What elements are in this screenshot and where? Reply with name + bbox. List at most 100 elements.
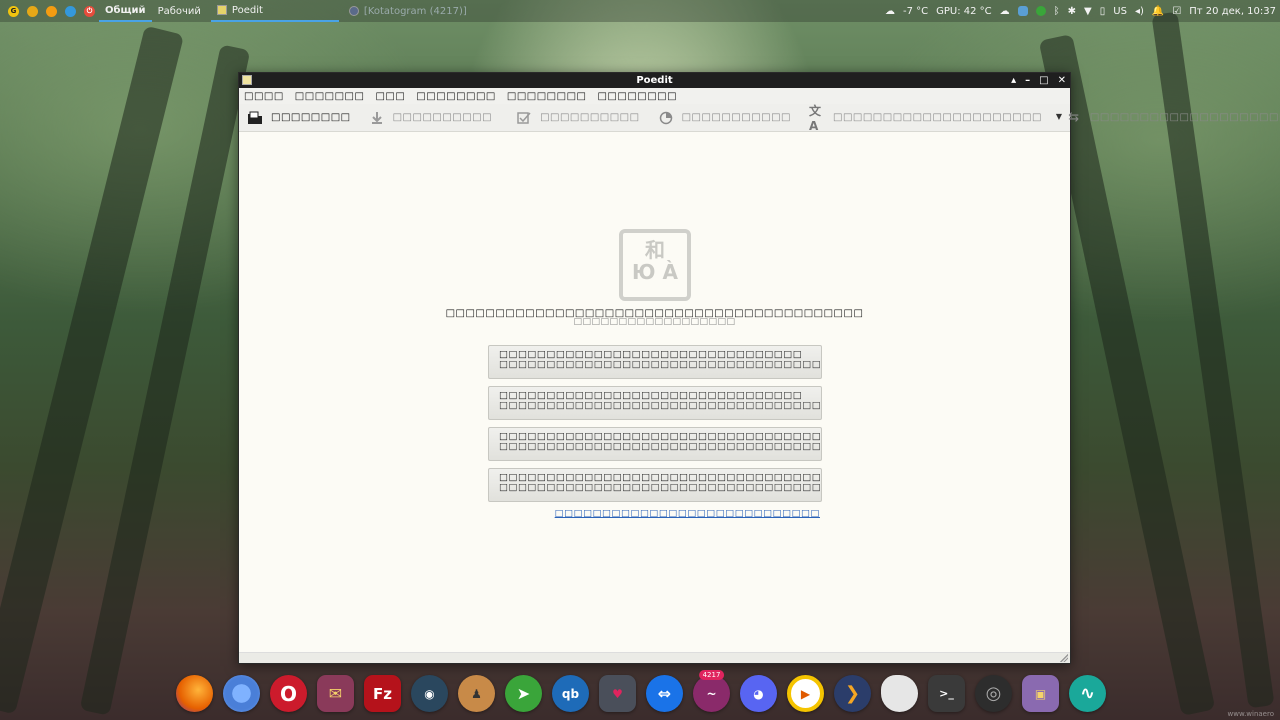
translate-icon: 文A [809,104,822,133]
gpu-temp[interactable]: GPU: 42 °C [936,6,992,17]
window-titlebar[interactable]: Poedit ▴ – □ ✕ [239,73,1070,88]
logo-glyph: Ю À [632,260,678,284]
dock-firefox[interactable] [176,675,213,712]
action-desc: □□□□□□□□□□□□□□□□□□□□□□□□□□□□□□□□□□□□□□□□… [499,482,822,493]
help-link[interactable]: □□□□□□□□□□□□□□□□□□□□□□□□□□□□ [555,508,820,519]
dock: O ✉ Fz ◉ ♟ ➤ qb ♥ ⇔ 4217 ~ ◕ ▶ ❯ >_ ◎ ▣ … [176,670,1106,715]
menu-file[interactable]: □□□□ [244,91,284,102]
telegram-tray-icon[interactable] [1035,6,1046,16]
opera-icon: O [279,681,297,706]
window-title: Poedit [636,75,673,86]
menu-edit[interactable]: □□□□□□□ [295,91,365,102]
wordpress-translation-button[interactable]: □□□□□□□□□□□□□□□□□□□□□□□□□□□□□□□□□□ □□□□□□… [488,427,822,461]
action-desc: □□□□□□□□□□□□□□□□□□□□□□□□□□□□□□□□□□□□□□□□… [499,400,822,411]
dock-player[interactable]: ▶ [787,675,824,712]
toolbar-label: □□□□□□□□ [271,112,351,123]
dock-terminal[interactable]: >_ [928,675,965,712]
edit-translation-button[interactable]: □□□□□□□□□□□□□□□□□□□□□□□□□□□□□□□□ □□□□□□□… [488,345,822,379]
toolbar-stats-button[interactable]: □□□□□□□□□□□ [658,111,791,125]
menu-help[interactable]: □□□□□□□□ [597,91,677,102]
cloud-icon[interactable]: ☁ [1000,6,1010,17]
app-tray-icon[interactable] [1017,6,1028,16]
toolbar-label: □□□□□□□□□□□□□□□□□□□□□ [833,112,1042,123]
notification-icon[interactable]: 🔔 [1152,6,1164,17]
statusbar [239,652,1070,663]
menu-view[interactable]: □□□ [375,91,405,102]
shade-button[interactable]: ▴ [1011,75,1016,86]
dock-mail[interactable]: ✉ [317,675,354,712]
shield-heart-icon: ♥ [612,686,623,701]
dock-disk[interactable] [881,675,918,712]
dock-steam[interactable]: ◉ [411,675,448,712]
dock-screenshot[interactable]: ▣ [1022,675,1059,712]
poedit-icon [216,5,227,15]
welcome-subtitle: □□□□□□□□□□□□□□□□□□ [573,317,736,327]
close-button[interactable]: ✕ [1058,75,1066,86]
power-icon[interactable]: ⏻ [84,5,95,17]
welcome-screen: 和 Ю À □□□□□□□□□□□□□□□□□□□□□□□□□□□□□□□□□□… [239,132,1070,653]
toolbar-save-button[interactable]: □□□□□□□□□□ [369,111,492,125]
workspace-common[interactable]: Общий [99,0,152,22]
dock-discord[interactable]: ◕ [740,675,777,712]
clipboard-icon[interactable]: ▯ [1100,6,1106,17]
filezilla-icon: Fz [373,684,392,703]
action-desc: □□□□□□□□□□□□□□□□□□□□□□□□□□□□□□□□□□□□□□□□… [499,359,822,370]
qbittorrent-icon: qb [561,686,580,701]
download-icon [369,111,385,125]
dock-kotatogram[interactable]: 4217 ~ [693,670,730,712]
tasks-icon[interactable]: ☑ [1172,6,1181,17]
tray-app-icon[interactable] [46,5,57,17]
dock-chrome[interactable] [223,675,260,712]
dock-settings[interactable]: ◎ [975,675,1012,712]
task-kotatogram[interactable]: [Kotatogram (4217)] [343,0,473,22]
poedit-logo: 和 Ю À [619,229,691,301]
weather-temp[interactable]: -7 °C [903,6,928,17]
top-panel: G ⏻ Общий Рабочий Poedit [Kotatogram (42… [0,0,1280,22]
keyboard-layout[interactable]: US [1113,6,1127,17]
resize-grip-icon[interactable] [1060,654,1068,662]
maximize-button[interactable]: □ [1039,75,1048,86]
dock-opera[interactable]: O [270,675,307,712]
toolbar-label: □□□□□□□□□□□ [681,112,791,123]
create-translation-button[interactable]: □□□□□□□□□□□□□□□□□□□□□□□□□□□□□□□□ □□□□□□□… [488,386,822,420]
toolbar-label: □□□□□□□□□□ [540,112,640,123]
joystick-icon: ♟ [471,686,482,701]
system-tray: ☁ -7 °C GPU: 42 °C ☁ ᛒ ✱ ▼ ▯ US ◂) 🔔 ☑ П… [885,0,1280,22]
play-icon: ▶ [800,686,811,701]
network-icon[interactable]: ✱ [1068,6,1076,17]
minimize-button[interactable]: – [1025,75,1030,86]
tray-app-icon[interactable] [27,5,38,17]
task-poedit[interactable]: Poedit [210,0,339,22]
pie-icon [658,111,674,125]
terminal-icon: >_ [939,687,954,700]
toolbar-pretranslate-button[interactable]: 文A □□□□□□□□□□□□□□□□□□□□□ [809,104,1042,133]
clock[interactable]: Пт 20 дек, 10:37 [1189,6,1276,17]
dock-filezilla[interactable]: Fz [364,675,401,712]
wifi-icon[interactable]: ▼ [1084,6,1092,17]
pulse-icon: ∿ [1079,683,1096,704]
dock-terminal-alt[interactable]: ❯ [834,675,871,712]
crowdin-translation-button[interactable]: □□□□□□□□□□□□□□□□□□□□□□□□□□□□□□□□□□□ □□□□□… [488,468,822,502]
launcher-icon[interactable]: G [8,5,19,17]
logo-glyph: 和 [645,238,665,262]
dock-telegram[interactable]: ➤ [505,675,542,712]
bluetooth-icon[interactable]: ᛒ [1054,6,1060,17]
volume-icon[interactable]: ◂) [1135,6,1144,17]
menu-catalog[interactable]: □□□□□□□□ [507,91,587,102]
toolbar-validate-button[interactable]: □□□□□□□□□□ [516,111,639,125]
window-controls: ▴ – □ ✕ [1011,73,1066,88]
kotatogram-icon [348,6,359,16]
kotatogram-icon: ~ [706,686,717,701]
task-label: [Kotatogram (4217)] [363,5,467,17]
dock-teamviewer[interactable]: ⇔ [646,675,683,712]
menu-translation[interactable]: □□□□□□□□ [416,91,496,102]
dock-shield[interactable]: ♥ [599,675,636,712]
dock-qbittorrent[interactable]: qb [552,675,589,712]
dock-monitor[interactable]: ∿ [1069,675,1106,712]
workspace-work[interactable]: Рабочий [152,0,207,22]
toolbar-update-button[interactable]: ⇆ □□□□□□□□□□□□□□□□□□□□□ [1066,110,1280,125]
toolbar-open-button[interactable]: □□□□□□□□ [247,111,351,125]
dock-game[interactable]: ♟ [458,675,495,712]
refresh-icon[interactable] [65,5,76,17]
toolbar-overflow-icon[interactable]: ▼ [1056,112,1062,121]
